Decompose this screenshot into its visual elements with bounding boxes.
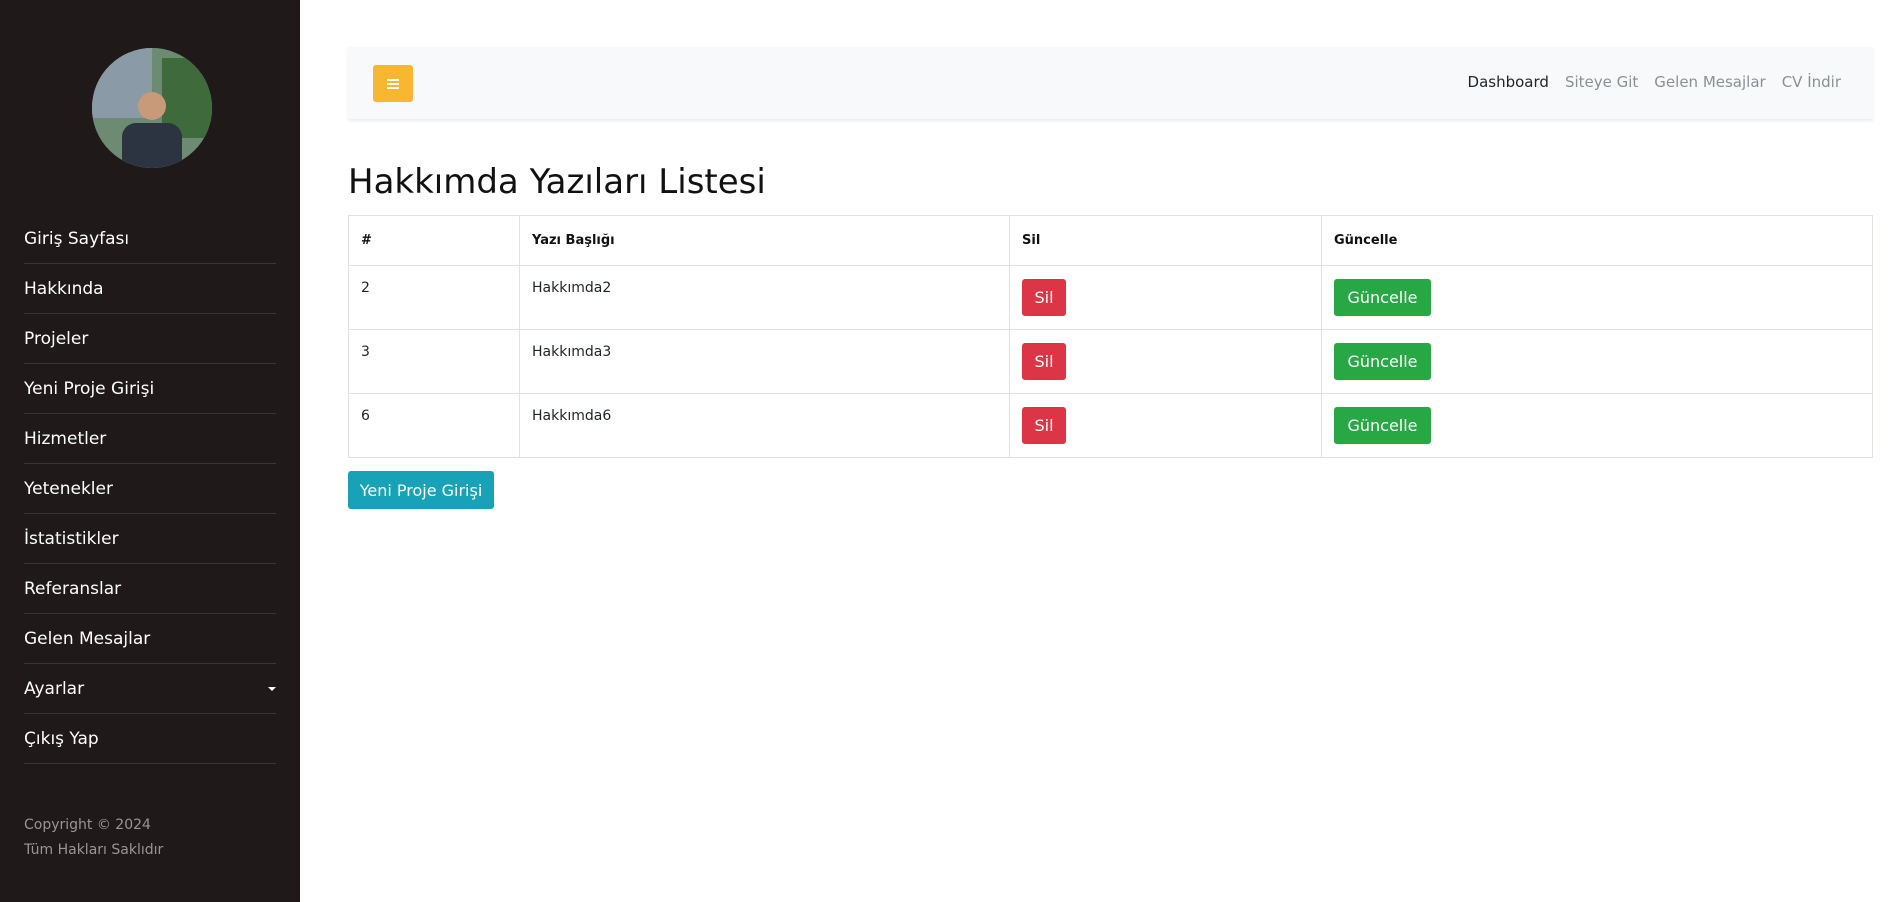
sidebar-item-referanslar[interactable]: Referanslar (24, 564, 276, 614)
nav-link-dashboard[interactable]: Dashboard (1468, 73, 1549, 91)
sidebar-item-label: Hakkında (24, 278, 104, 299)
sidebar-item-gelen-mesajlar[interactable]: Gelen Mesajlar (24, 614, 276, 664)
page-title: Hakkımda Yazıları Listesi (348, 162, 766, 202)
new-project-button[interactable]: Yeni Proje Girişi (348, 471, 494, 509)
update-button[interactable]: Güncelle (1334, 407, 1431, 444)
nav-link-gelen-mesajlar[interactable]: Gelen Mesajlar (1654, 73, 1765, 91)
sidebar-item-yetenekler[interactable]: Yetenekler (24, 464, 276, 514)
cell-id: 2 (348, 265, 520, 330)
sidebar-item-label: İstatistikler (24, 528, 119, 549)
delete-button[interactable]: Sil (1022, 279, 1066, 316)
cell-title: Hakkımda2 (519, 265, 1010, 330)
cell-delete: Sil (1009, 329, 1322, 394)
cell-title: Hakkımda3 (519, 329, 1010, 394)
nav-link-cv-indir[interactable]: CV İndir (1782, 73, 1841, 91)
cell-title: Hakkımda6 (519, 393, 1010, 458)
cell-delete: Sil (1009, 265, 1322, 330)
sidebar-item-hakkinda[interactable]: Hakkında (24, 264, 276, 314)
cell-update: Güncelle (1321, 329, 1873, 394)
sidebar-item-giris-sayfasi[interactable]: Giriş Sayfası (24, 214, 276, 264)
table-row: 3 Hakkımda3 Sil Güncelle (348, 329, 1873, 394)
sidebar-item-ayarlar[interactable]: Ayarlar (24, 664, 276, 714)
table-row: 6 Hakkımda6 Sil Güncelle (348, 393, 1873, 458)
sidebar-item-label: Yeni Proje Girişi (24, 378, 155, 399)
avatar[interactable] (92, 48, 212, 168)
sidebar-item-label: Gelen Mesajlar (24, 628, 151, 649)
column-header-delete: Sil (1009, 215, 1322, 266)
sidebar-item-hizmetler[interactable]: Hizmetler (24, 414, 276, 464)
sidebar-item-yeni-proje-girisi[interactable]: Yeni Proje Girişi (24, 364, 276, 414)
update-button[interactable]: Güncelle (1334, 279, 1431, 316)
about-texts-table: # Yazı Başlığı Sil Güncelle 2 Hakkımda2 … (348, 215, 1873, 458)
copyright-text: Copyright © 2024 (24, 817, 151, 833)
cell-id: 6 (348, 393, 520, 458)
sidebar-item-label: Çıkış Yap (24, 728, 99, 749)
sidebar-footer: Copyright © 2024 Tüm Hakları Saklıdır (24, 813, 163, 863)
table-row: 2 Hakkımda2 Sil Güncelle (348, 265, 1873, 330)
nav-link-siteye-git[interactable]: Siteye Git (1565, 73, 1638, 91)
cell-update: Güncelle (1321, 265, 1873, 330)
sidebar-item-cikis-yap[interactable]: Çıkış Yap (24, 714, 276, 764)
column-header-title: Yazı Başlığı (519, 215, 1010, 266)
delete-button[interactable]: Sil (1022, 343, 1066, 380)
cell-id: 3 (348, 329, 520, 394)
sidebar-item-label: Referanslar (24, 578, 122, 599)
sidebar-item-label: Yetenekler (24, 478, 113, 499)
sidebar-item-label: Hizmetler (24, 428, 107, 449)
sidebar: Giriş Sayfası Hakkında Projeler Yeni Pro… (0, 0, 300, 902)
sidebar-item-projeler[interactable]: Projeler (24, 314, 276, 364)
caret-down-icon (268, 686, 276, 691)
sidebar-item-label: Ayarlar (24, 678, 85, 699)
rights-text: Tüm Hakları Saklıdır (24, 842, 164, 858)
sidebar-item-istatistikler[interactable]: İstatistikler (24, 514, 276, 564)
cell-update: Güncelle (1321, 393, 1873, 458)
sidebar-item-label: Projeler (24, 328, 89, 349)
sidebar-item-label: Giriş Sayfası (24, 228, 130, 249)
hamburger-icon[interactable] (373, 65, 413, 102)
top-nav-links: Dashboard Siteye Git Gelen Mesajlar CV İ… (1468, 73, 1841, 91)
cell-delete: Sil (1009, 393, 1322, 458)
column-header-update: Güncelle (1321, 215, 1873, 266)
update-button[interactable]: Güncelle (1334, 343, 1431, 380)
delete-button[interactable]: Sil (1022, 407, 1066, 444)
column-header-id: # (348, 215, 520, 266)
table-header-row: # Yazı Başlığı Sil Güncelle (348, 215, 1873, 266)
sidebar-nav: Giriş Sayfası Hakkında Projeler Yeni Pro… (24, 214, 276, 764)
top-navbar: Dashboard Siteye Git Gelen Mesajlar CV İ… (348, 47, 1873, 119)
